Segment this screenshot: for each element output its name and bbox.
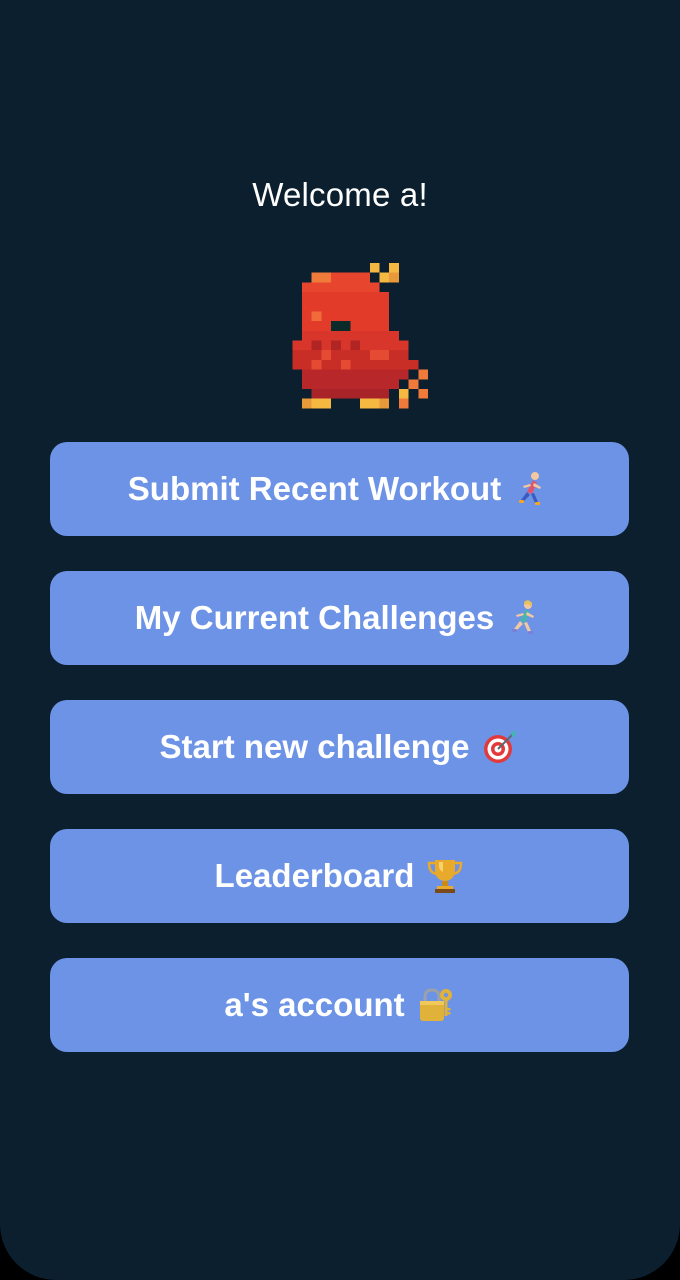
welcome-title: Welcome a! (252, 176, 428, 213)
submit-recent-workout-button[interactable]: Submit Recent Workout (50, 442, 629, 536)
start-new-challenge-button[interactable]: Start new challenge (50, 700, 629, 794)
leaderboard-button[interactable]: Leaderboard (50, 829, 629, 923)
runner-woman-icon (512, 600, 535, 634)
leaderboard-label: Leaderboard (214, 857, 415, 894)
runner-icon (519, 472, 542, 505)
account-button[interactable]: a's account (50, 958, 629, 1052)
app-screen: Welcome a! Submit Recent Workout My Curr… (0, 0, 680, 1280)
dart-target-icon (484, 731, 517, 763)
menu-buttons: Submit Recent Workout My Current Challen… (50, 442, 629, 1087)
pixel-bird-mascot-icon (292, 263, 428, 409)
lock-key-icon (419, 988, 452, 1021)
trophy-icon (428, 860, 463, 893)
start-new-challenge-label: Start new challenge (159, 728, 470, 765)
my-current-challenges-label: My Current Challenges (134, 599, 495, 636)
my-current-challenges-button[interactable]: My Current Challenges (50, 571, 629, 665)
account-label: a's account (224, 986, 405, 1023)
submit-recent-workout-label: Submit Recent Workout (127, 470, 502, 507)
